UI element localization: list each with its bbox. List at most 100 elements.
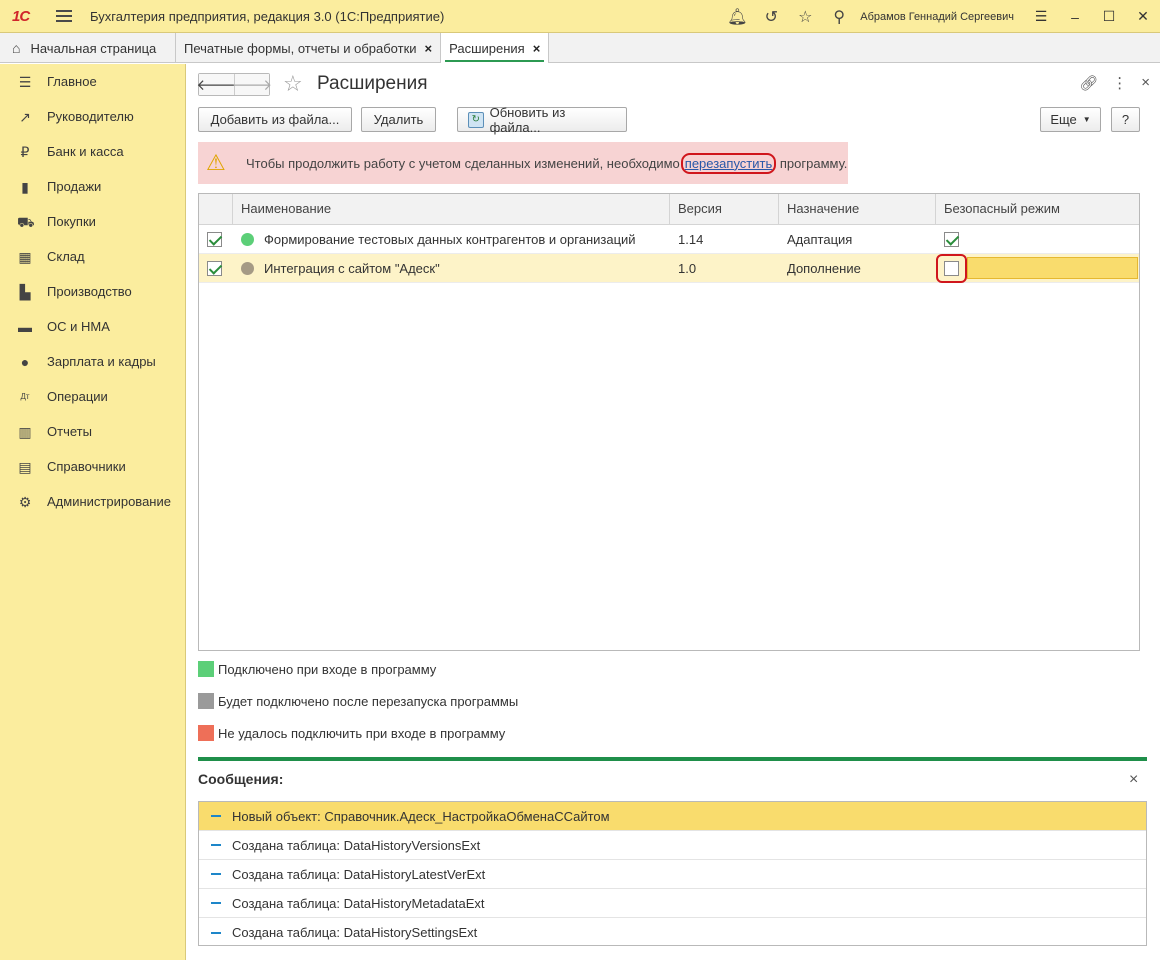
back-arrow-icon[interactable]: 🡐: [196, 74, 237, 95]
sidebar-item-reports[interactable]: ▥ Отчеты: [0, 414, 185, 449]
person-icon: ●: [20, 353, 30, 370]
column-purpose[interactable]: Назначение: [779, 194, 936, 224]
dt-kt-icon: Дт: [20, 391, 30, 401]
tab-home[interactable]: ⌂ Начальная страница: [0, 33, 176, 63]
legend-item: Не удалось подключить при входе в програ…: [198, 725, 505, 741]
legend-item: Подключено при входе в программу: [198, 661, 436, 677]
safe-mode-highlight: [936, 253, 967, 283]
enabled-checkbox[interactable]: [207, 231, 222, 247]
history-icon[interactable]: ↺: [754, 7, 788, 27]
ruble-icon: ₽: [20, 143, 30, 160]
truck-icon: ▬: [18, 318, 32, 335]
restart-warning: ⚠ Чтобы продолжить работу с учетом сдела…: [198, 142, 848, 184]
message-text: Создана таблица: DataHistoryLatestVerExt: [232, 866, 486, 882]
sidebar-item-bank[interactable]: ₽ Банк и касса: [0, 134, 185, 169]
bag-icon: ▮: [21, 178, 29, 195]
enabled-checkbox[interactable]: [207, 260, 222, 276]
table-header: Наименование Версия Назначение Безопасны…: [199, 194, 1139, 225]
add-from-file-button[interactable]: Добавить из файла...: [198, 107, 352, 132]
dash-icon: [211, 931, 221, 934]
tab-extensions[interactable]: Расширения ×: [441, 33, 550, 63]
sidebar-item-manager[interactable]: ↗ Руководителю: [0, 99, 185, 134]
status-dot-connected: [241, 232, 254, 246]
settings-menu-icon[interactable]: ☰: [1024, 8, 1058, 25]
trend-icon: ↗: [19, 108, 31, 125]
maximize-icon[interactable]: ☐: [1092, 8, 1126, 25]
main-menu-icon[interactable]: [56, 7, 72, 25]
sidebar-item-sales[interactable]: ▮ Продажи: [0, 169, 185, 204]
message-item[interactable]: Создана таблица: DataHistoryLatestVerExt: [199, 860, 1146, 889]
minimize-icon[interactable]: –: [1058, 9, 1092, 25]
sidebar-item-production[interactable]: ▙ Производство: [0, 274, 185, 309]
column-name[interactable]: Наименование: [233, 194, 670, 224]
sidebar-item-label: Справочники: [47, 459, 126, 474]
sidebar-item-catalogs[interactable]: ▤ Справочники: [0, 449, 185, 484]
message-item[interactable]: Создана таблица: DataHistorySettingsExt: [199, 918, 1146, 947]
title-bar: 1С Бухгалтерия предприятия, редакция 3.0…: [0, 0, 1160, 33]
message-item[interactable]: Создана таблица: DataHistoryMetadataExt: [199, 889, 1146, 918]
favorite-star-icon[interactable]: ☆: [283, 71, 303, 97]
safe-mode-checkbox[interactable]: [944, 260, 959, 276]
message-item[interactable]: Создана таблица: DataHistoryVersionsExt: [199, 831, 1146, 860]
messages-divider[interactable]: [198, 757, 1147, 761]
close-tab-icon[interactable]: ×: [533, 41, 541, 56]
sidebar-item-label: Производство: [47, 284, 132, 299]
legend-label: Будет подключено после перезапуска прогр…: [218, 693, 519, 709]
dash-icon: [211, 873, 221, 875]
tab-print-forms[interactable]: Печатные формы, отчеты и обработки ×: [176, 33, 442, 63]
message-item[interactable]: Новый объект: Справочник.Адеск_Настройка…: [199, 802, 1146, 831]
sidebar-item-purchases[interactable]: ⛟ Покупки: [0, 204, 185, 239]
close-messages-icon[interactable]: ×: [1129, 771, 1138, 789]
warehouse-icon: ▦: [18, 248, 32, 265]
bell-icon[interactable]: 🔔︎: [720, 7, 754, 27]
app-logo: 1С: [12, 7, 30, 25]
message-text: Создана таблица: DataHistoryMetadataExt: [232, 895, 485, 911]
close-form-icon[interactable]: ×: [1141, 74, 1150, 92]
more-button[interactable]: Еще ▼: [1040, 107, 1101, 132]
sidebar-item-label: Продажи: [47, 179, 102, 194]
extensions-table: Наименование Версия Назначение Безопасны…: [198, 193, 1140, 651]
sidebar-item-assets[interactable]: ▬ ОС и НМА: [0, 309, 185, 344]
sidebar-item-administration[interactable]: ⚙ Администрирование: [0, 484, 185, 519]
update-from-file-button[interactable]: ↻ Обновить из файла...: [457, 105, 627, 135]
more-label: Еще: [1050, 112, 1077, 127]
dropdown-arrow-icon: ▼: [1082, 115, 1091, 124]
status-dot-pending: [241, 261, 254, 275]
page-title: Расширения: [317, 73, 428, 94]
sidebar-item-main[interactable]: ☰ Главное: [0, 64, 185, 99]
forward-arrow-icon[interactable]: 🡒: [232, 74, 272, 95]
help-button[interactable]: ?: [1111, 107, 1140, 132]
close-window-icon[interactable]: ✕: [1126, 8, 1160, 25]
cart-icon: ⛟: [17, 213, 35, 230]
extension-name: Интеграция с сайтом "Адеск": [264, 260, 440, 276]
more-vertical-icon[interactable]: ⋮: [1112, 74, 1127, 92]
safe-mode-checkbox[interactable]: [944, 231, 959, 247]
favorites-star-icon[interactable]: ☆: [788, 7, 822, 27]
warning-text-after: программу.: [776, 155, 848, 171]
user-name[interactable]: Абрамов Геннадий Сергеевич: [860, 11, 1014, 23]
delete-button[interactable]: Удалить: [361, 107, 436, 132]
dash-icon: [211, 902, 221, 904]
table-row[interactable]: Формирование тестовых данных контрагенто…: [199, 225, 1139, 254]
column-safe-mode[interactable]: Безопасный режим: [936, 194, 1139, 224]
warning-text-before: Чтобы продолжить работу с учетом сделанн…: [246, 155, 680, 171]
sidebar-item-label: Главное: [47, 74, 97, 89]
link-icon[interactable]: 🔗︎: [1079, 74, 1098, 92]
table-row[interactable]: Интеграция с сайтом "Адеск" 1.0 Дополнен…: [199, 253, 1139, 283]
sidebar-item-warehouse[interactable]: ▦ Склад: [0, 239, 185, 274]
sidebar-item-label: ОС и НМА: [47, 319, 110, 334]
menu-icon: ☰: [18, 73, 32, 90]
column-version[interactable]: Версия: [670, 194, 779, 224]
search-icon[interactable]: ⚲: [822, 7, 856, 27]
sidebar-item-payroll[interactable]: ● Зарплата и кадры: [0, 344, 185, 379]
messages-list: Новый объект: Справочник.Адеск_Настройка…: [198, 801, 1147, 946]
tabs-bar: ⌂ Начальная страница Печатные формы, отч…: [0, 33, 1160, 63]
restart-link[interactable]: перезапустить: [680, 152, 777, 174]
dash-icon: [211, 844, 221, 846]
sidebar-item-operations[interactable]: Дт Операции: [0, 379, 185, 414]
legend-item: Будет подключено после перезапуска прогр…: [198, 693, 518, 709]
warning-text: Чтобы продолжить работу с учетом сделанн…: [246, 152, 848, 174]
close-tab-icon[interactable]: ×: [425, 41, 433, 56]
legend-swatch-red: [198, 725, 214, 741]
update-icon: ↻: [468, 111, 484, 128]
